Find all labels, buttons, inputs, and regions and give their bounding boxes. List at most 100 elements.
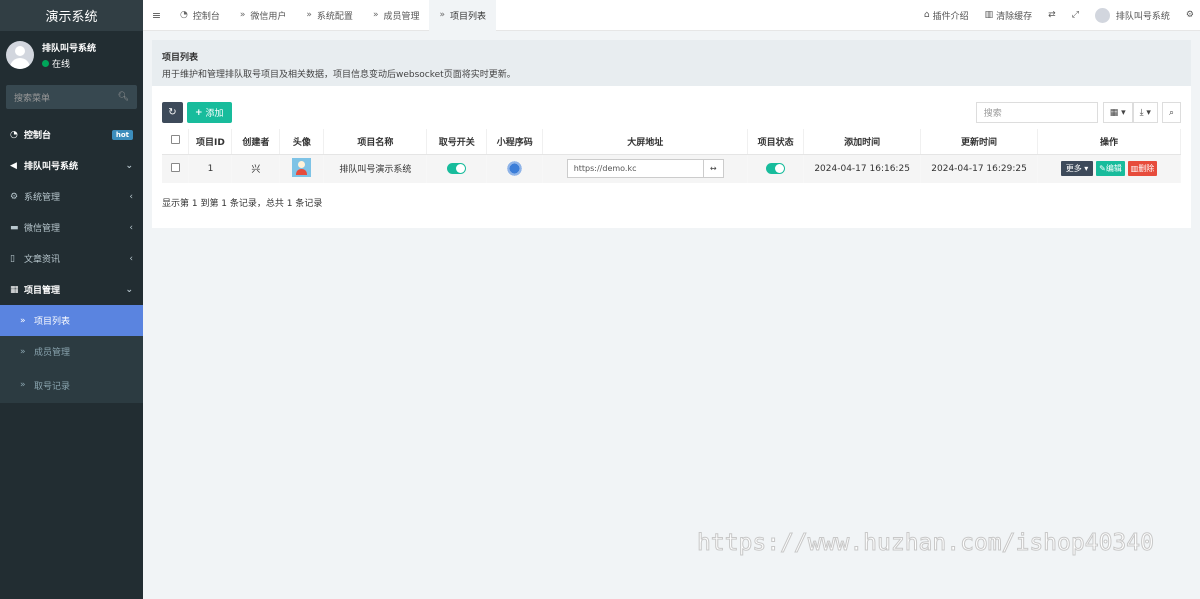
delete-button[interactable]: ▥删除 (1127, 161, 1158, 177)
select-all-cell[interactable] (162, 129, 190, 155)
language-button[interactable]: ⇄ (1040, 10, 1064, 20)
translate-icon[interactable]: ⇄ (1048, 10, 1056, 20)
table-toolbar: ↻ + 添加 搜索 ▦ ▾ ⤓ ▾ ⌕ (162, 102, 1181, 123)
tab-system-config[interactable]: » 系统配置 (296, 0, 363, 31)
status-toggle[interactable] (766, 163, 786, 175)
fullscreen-icon[interactable]: ⤢ (1072, 10, 1079, 20)
row-checkbox[interactable] (170, 162, 180, 172)
col-header[interactable]: 小程序码 (486, 129, 544, 155)
sidebar-item-dashboard[interactable]: ◔ 控制台 hot (0, 119, 143, 150)
sidebar-item-articles[interactable]: ▯ 文章资讯 ‹ (0, 243, 143, 274)
more-label: 更多 (1065, 164, 1082, 174)
avatar-cell (279, 154, 325, 183)
add-button[interactable]: + 添加 (187, 102, 232, 123)
sidebar: 演示系统 排队叫号系统 在线 搜索菜单 🔍︎ ◔ 控制台 hot ◀ 排队叫号系… (0, 0, 143, 599)
chevron-double-right-icon: » (439, 10, 445, 20)
edit-button[interactable]: ✎编辑 (1096, 161, 1125, 177)
user-avatar-small (1094, 7, 1110, 23)
sidebar-item-label: 微信管理 (24, 224, 61, 234)
search-icon[interactable]: 🔍︎ (118, 92, 129, 102)
fullscreen-button[interactable]: ⤢ (1064, 10, 1087, 20)
queue-switch-toggle[interactable] (447, 163, 467, 175)
table-row[interactable]: 1 兴 排队叫号演示系统 https://demo.kc ↔ 2024-04-1… (162, 154, 1181, 183)
sidebar-item-label: 项目管理 (24, 286, 61, 296)
user-status: 在线 (42, 57, 96, 70)
col-header[interactable]: 头像 (279, 129, 325, 155)
table-search-input[interactable]: 搜索 (975, 102, 1098, 123)
col-header[interactable]: 项目名称 (323, 129, 428, 155)
plus-icon: + (195, 107, 203, 118)
edit-label: 编辑 (1105, 164, 1122, 174)
sidebar-item-wechat-management[interactable]: ▬ 微信管理 ‹ (0, 212, 143, 243)
col-header[interactable]: 添加时间 (803, 129, 922, 155)
delete-label: 删除 (1138, 164, 1155, 174)
tab-project-list[interactable]: » 项目列表 (429, 0, 496, 31)
dashboard-icon: ◔ (180, 10, 188, 20)
app-title[interactable]: 演示系统 (0, 0, 143, 31)
user-status-text: 在线 (52, 59, 71, 70)
select-all-checkbox[interactable] (170, 135, 180, 145)
tab-label: 成员管理 (383, 11, 420, 22)
project-avatar[interactable] (292, 157, 312, 177)
user-menu[interactable]: 排队叫号系统 (1087, 7, 1178, 23)
gears-icon: ⚙ (10, 191, 19, 202)
sidebar-item-label: 排队叫号系统 (24, 162, 79, 172)
watermark-text: https://www.huzhan.com/ishop40340 (697, 530, 1155, 557)
screen-url-field[interactable]: https://demo.kc (568, 160, 704, 178)
trash-icon: ▥ (984, 10, 994, 20)
sidebar-item-project-list[interactable]: » 项目列表 (0, 305, 143, 336)
tab-dashboard[interactable]: ◔ 控制台 (170, 0, 230, 31)
menu-toggle-icon[interactable]: ≡ (143, 9, 170, 22)
sidebar-item-label: 项目列表 (34, 317, 71, 327)
advanced-search-button[interactable]: ⌕ (1161, 102, 1181, 123)
col-header[interactable]: 项目ID (188, 129, 233, 155)
chevron-double-right-icon: » (20, 346, 26, 357)
sidebar-item-ticket-records[interactable]: » 取号记录 (0, 367, 143, 403)
col-header[interactable]: 操作 (1037, 129, 1181, 155)
screen-url-cell: https://demo.kc ↔ (542, 154, 749, 183)
tab-label: 控制台 (192, 11, 220, 22)
col-header[interactable]: 项目状态 (747, 129, 805, 155)
miniprogram-code-icon[interactable] (506, 160, 524, 178)
add-button-label: 添加 (205, 109, 224, 119)
created-time: 2024-04-17 16:16:25 (803, 154, 922, 183)
updated-time: 2024-04-17 16:29:25 (920, 154, 1039, 183)
actions-cell: 更多 ▾ ✎编辑 ▥删除 (1037, 154, 1181, 183)
col-header[interactable]: 取号开关 (426, 129, 488, 155)
sidebar-search-input[interactable]: 搜索菜单 🔍︎ (6, 85, 137, 109)
top-navbar: ≡ ◔ 控制台 » 微信用户 » 系统配置 » 成员管理 » 项目列表 ⌂ 插件… (143, 0, 1200, 31)
file-icon: ▯ (10, 253, 15, 264)
grid-icon: ▦ (10, 284, 19, 295)
link-icon[interactable]: ↔ (704, 164, 723, 173)
row-select-cell[interactable] (162, 154, 190, 183)
columns-toggle-button[interactable]: ▦ ▾ (1102, 102, 1133, 123)
sidebar-item-members[interactable]: » 成员管理 (0, 336, 143, 367)
refresh-button[interactable]: ↻ (162, 102, 183, 123)
sidebar-item-label: 成员管理 (34, 348, 71, 358)
sidebar-item-project-management[interactable]: ▦ 项目管理 ⌄ (0, 274, 143, 305)
tab-wechat-users[interactable]: » 微信用户 (230, 0, 297, 31)
tab-members[interactable]: » 成员管理 (363, 0, 430, 31)
chevron-double-right-icon: » (306, 10, 312, 20)
more-button[interactable]: 更多 ▾ (1060, 161, 1094, 177)
sidebar-item-system-management[interactable]: ⚙ 系统管理 ‹ (0, 181, 143, 212)
top-right-tools: ⌂ 插件介绍 ▥ 清除缓存 ⇄ ⤢ 排队叫号系统 ⚙ (916, 0, 1200, 31)
col-header[interactable]: 大屏地址 (542, 129, 749, 155)
page-title: 项目列表 (162, 53, 199, 63)
plugin-intro-link[interactable]: ⌂ 插件介绍 (916, 9, 977, 22)
search-icon: ⌕ (1168, 107, 1174, 118)
export-button[interactable]: ⤓ ▾ (1132, 102, 1158, 123)
gears-icon[interactable]: ⚙ (1186, 10, 1194, 20)
project-name: 排队叫号演示系统 (323, 154, 428, 183)
settings-button[interactable]: ⚙ (1178, 10, 1200, 20)
chevron-double-right-icon: » (239, 10, 246, 20)
sidebar-item-label: 文章资讯 (24, 255, 61, 265)
sidebar-item-queue-system[interactable]: ◀ 排队叫号系统 ⌄ (0, 150, 143, 181)
chevron-down-icon: ⌄ (125, 284, 133, 295)
col-header[interactable]: 更新时间 (920, 129, 1039, 155)
table-header-row: 项目ID 创建者 头像 项目名称 取号开关 小程序码 大屏地址 项目状态 添加时… (162, 129, 1181, 155)
user-panel: 排队叫号系统 在线 (0, 35, 143, 75)
col-header[interactable]: 创建者 (231, 129, 281, 155)
megaphone-icon: ◀ (10, 160, 17, 171)
clear-cache-button[interactable]: ▥ 清除缓存 (977, 9, 1041, 22)
